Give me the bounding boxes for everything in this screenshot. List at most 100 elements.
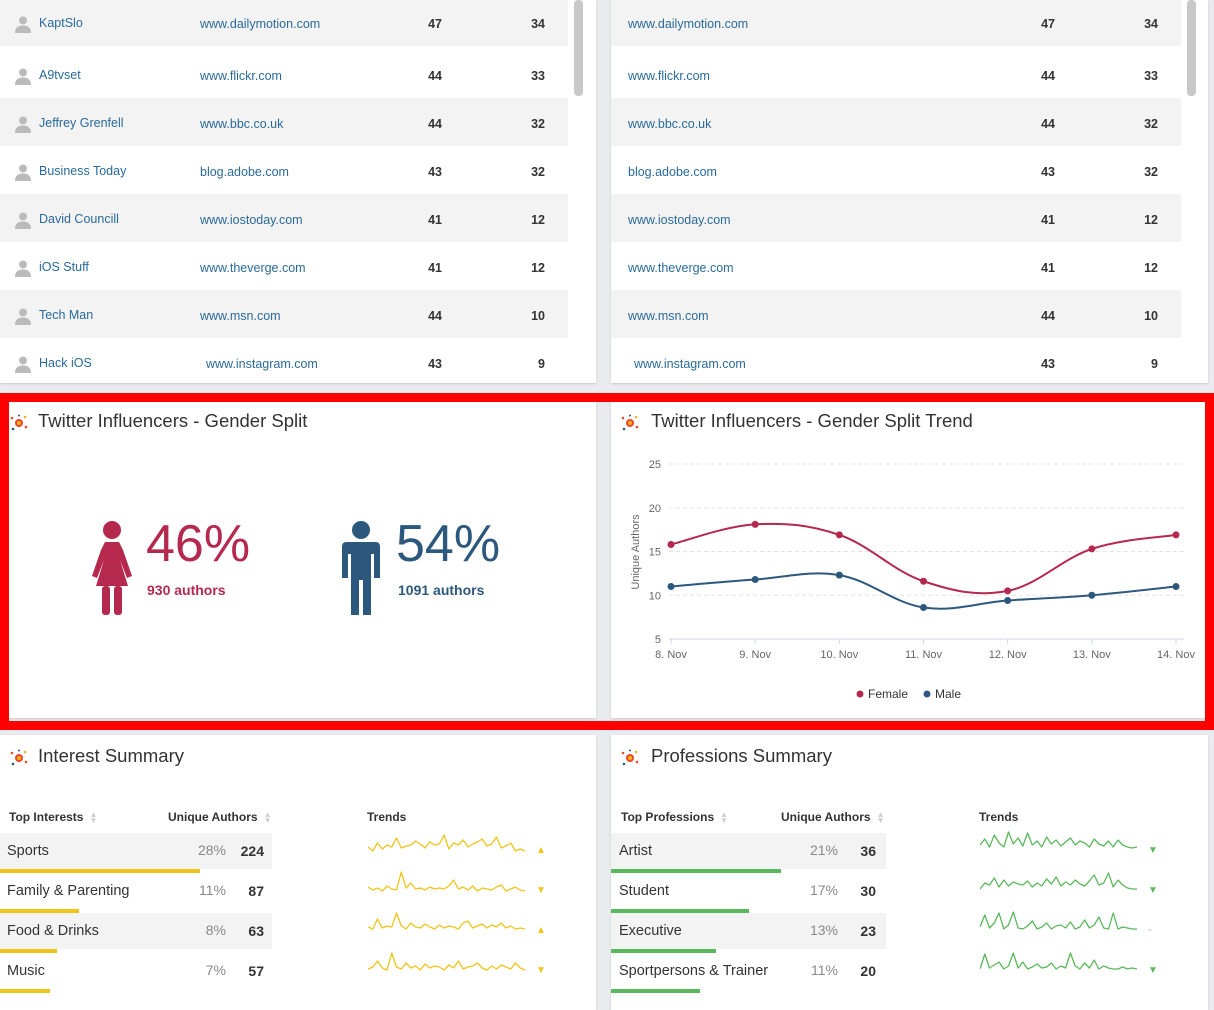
data-point-male[interactable] — [1088, 591, 1096, 599]
metric-b: 32 — [1144, 165, 1158, 179]
table-row[interactable]: www.instagram.com 43 9 — [611, 338, 1181, 382]
site-link[interactable]: www.instagram.com — [634, 357, 746, 371]
legend-label: Female — [868, 687, 908, 701]
data-point-female[interactable] — [751, 520, 759, 528]
site-link[interactable]: www.msn.com — [628, 309, 709, 323]
unique-authors-header[interactable]: Unique Authors ▲ ▼ — [781, 810, 885, 824]
site-link[interactable]: www.iostoday.com — [628, 213, 731, 227]
table-row[interactable]: www.bbc.co.uk 44 32 — [611, 98, 1181, 146]
table-row[interactable]: www.dailymotion.com 47 34 — [611, 0, 1181, 46]
table-row[interactable]: KaptSlo www.dailymotion.com 47 34 — [0, 0, 568, 46]
row-percentage: 21% — [809, 842, 838, 858]
user-icon — [14, 67, 32, 85]
table-row[interactable]: iOS Stuff www.theverge.com 41 12 — [0, 242, 568, 290]
data-point-female[interactable] — [835, 531, 843, 539]
table-row[interactable]: David Councill www.iostoday.com 41 12 — [0, 194, 568, 242]
table-row[interactable]: A9tvset www.flickr.com 44 33 — [0, 50, 568, 98]
arrow-down-icon: ▼ — [536, 965, 546, 976]
metric-a: 43 — [1041, 357, 1055, 371]
unique-authors-header[interactable]: Unique Authors ▲ ▼ — [168, 810, 272, 824]
list-item[interactable]: Music 7% 57 ▼ — [0, 952, 596, 993]
table-row[interactable]: www.theverge.com 41 12 — [611, 242, 1181, 290]
table-row[interactable]: www.flickr.com 44 33 — [611, 50, 1181, 98]
table-row[interactable]: Tech Man www.msn.com 44 10 — [0, 290, 568, 338]
legend-item-male[interactable]: Male — [923, 687, 962, 701]
table-row[interactable]: www.iostoday.com 41 12 — [611, 194, 1181, 242]
legend-item-female[interactable]: Female — [856, 687, 909, 701]
site-link[interactable]: www.instagram.com — [206, 357, 318, 371]
list-item[interactable]: Family & Parenting 11% 87 ▼ — [0, 871, 596, 913]
data-point-female[interactable] — [667, 541, 675, 548]
data-point-male[interactable] — [920, 604, 927, 611]
share-bar — [0, 989, 50, 993]
top-interests-header[interactable]: Top Interests ▲ ▼ — [9, 810, 97, 824]
row-percentage: 7% — [205, 962, 226, 978]
top-professions-header[interactable]: Top Professions ▲ ▼ — [621, 810, 728, 824]
site-link[interactable]: www.msn.com — [200, 309, 281, 323]
x-tick-label: 13. Nov — [1073, 649, 1111, 661]
list-item[interactable]: Executive 13% 23 - — [611, 911, 1207, 953]
row-label: Sportpersons & Trainer — [619, 963, 769, 979]
data-point-male[interactable] — [667, 583, 675, 590]
site-link[interactable]: www.theverge.com — [628, 261, 734, 275]
legend-label: Male — [935, 687, 961, 701]
list-item[interactable]: Artist 21% 36 ▼ — [611, 831, 1207, 873]
data-point-female[interactable] — [920, 577, 927, 585]
metric-a: 41 — [1041, 261, 1055, 275]
site-link[interactable]: www.iostoday.com — [200, 213, 303, 227]
data-point-male[interactable] — [751, 576, 759, 583]
author-link[interactable]: Tech Man — [39, 308, 93, 322]
author-link[interactable]: Jeffrey Grenfell — [39, 116, 124, 130]
list-item[interactable]: Food & Drinks 8% 63 ▲ — [0, 912, 596, 953]
data-point-female[interactable] — [1172, 531, 1180, 539]
row-value: 57 — [248, 963, 264, 979]
trends-header: Trends — [367, 810, 407, 824]
table-row[interactable]: Business Today blog.adobe.com 43 32 — [0, 146, 568, 194]
metric-b: 9 — [538, 357, 545, 371]
site-link[interactable]: www.bbc.co.uk — [628, 117, 711, 131]
table-row[interactable]: www.msn.com 44 10 — [611, 290, 1181, 338]
author-link[interactable]: David Councill — [39, 212, 119, 226]
metric-b: 12 — [531, 261, 545, 275]
metric-a: 44 — [1041, 117, 1055, 131]
site-link[interactable]: blog.adobe.com — [628, 165, 717, 179]
site-link[interactable]: www.dailymotion.com — [200, 17, 320, 31]
data-point-female[interactable] — [1088, 545, 1096, 553]
data-point-male[interactable] — [835, 571, 843, 579]
user-icon — [14, 163, 32, 181]
data-point-male[interactable] — [1004, 597, 1012, 604]
table-row[interactable]: blog.adobe.com 43 32 — [611, 146, 1181, 194]
female-percentage: 46% — [146, 515, 251, 573]
legend-marker — [856, 690, 864, 698]
author-link[interactable]: Hack iOS — [39, 356, 92, 370]
y-tick-label: 5 — [655, 634, 661, 646]
row-value: 23 — [860, 923, 876, 939]
sort-icon: ▲ ▼ — [263, 809, 272, 825]
table-row[interactable]: Hack iOS www.instagram.com 43 9 — [0, 338, 568, 382]
list-item[interactable]: Sportpersons & Trainer 11% 20 ▼ — [611, 952, 1207, 993]
site-link[interactable]: blog.adobe.com — [200, 165, 289, 179]
author-link[interactable]: Business Today — [39, 164, 126, 178]
metric-a: 44 — [428, 117, 442, 131]
author-link[interactable]: iOS Stuff — [39, 260, 89, 274]
x-tick-label: 9. Nov — [739, 649, 771, 661]
data-point-male[interactable] — [1172, 583, 1180, 590]
scrollbar[interactable] — [1187, 0, 1196, 96]
scrollbar[interactable] — [574, 0, 583, 96]
list-item[interactable]: Student 17% 30 ▼ — [611, 872, 1207, 913]
data-point-female[interactable] — [1004, 587, 1012, 595]
metric-a: 41 — [428, 261, 442, 275]
site-link[interactable]: www.theverge.com — [200, 261, 306, 275]
metric-a: 44 — [428, 69, 442, 83]
author-link[interactable]: KaptSlo — [39, 16, 83, 30]
list-item[interactable]: Sports 28% 224 ▲ — [0, 833, 596, 873]
row-value: 20 — [860, 963, 876, 979]
male-authors-count: 1091 authors — [398, 582, 485, 598]
site-link[interactable]: www.flickr.com — [200, 69, 282, 83]
site-link[interactable]: www.flickr.com — [628, 69, 710, 83]
site-link[interactable]: www.bbc.co.uk — [200, 117, 283, 131]
site-link[interactable]: www.dailymotion.com — [628, 17, 748, 31]
metric-a: 44 — [428, 309, 442, 323]
table-row[interactable]: Jeffrey Grenfell www.bbc.co.uk 44 32 — [0, 98, 568, 146]
author-link[interactable]: A9tvset — [39, 68, 81, 82]
